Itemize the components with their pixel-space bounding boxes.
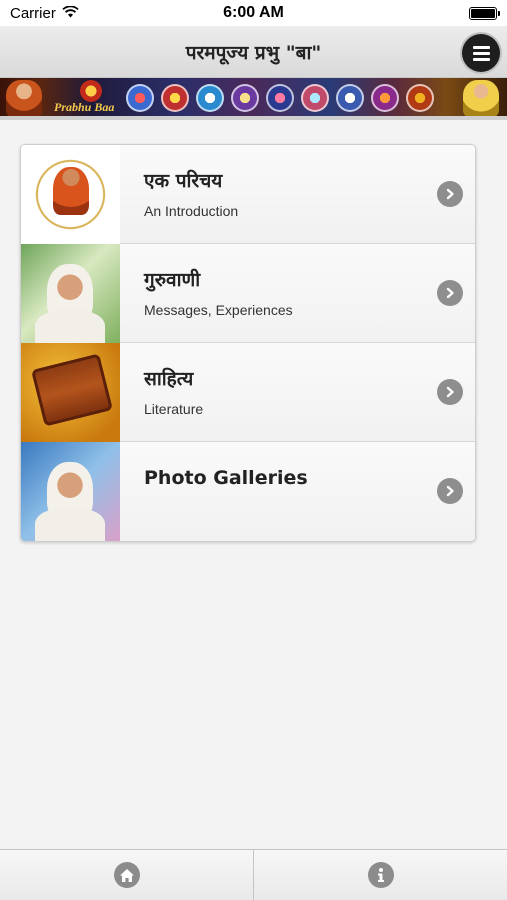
guru-portrait-thumbnail (21, 145, 120, 244)
list-item-literature[interactable]: साहित्य Literature (21, 343, 475, 442)
baa-portrait-icon (463, 80, 499, 116)
chakra-icon (371, 84, 399, 112)
chevron-right-icon[interactable] (437, 280, 463, 306)
status-bar: Carrier 6:00 AM (0, 0, 507, 26)
list-item-title: साहित्य (144, 368, 194, 390)
gallery-portrait-thumbnail (21, 442, 120, 541)
baa-portrait-thumbnail (21, 244, 120, 343)
list-item-subtitle: Messages, Experiences (144, 302, 293, 318)
list-item-introduction[interactable]: एक परिचय An Introduction (21, 145, 475, 244)
menu-list: एक परिचय An Introduction गुरुवाणी Messag… (20, 144, 476, 542)
chevron-right-icon[interactable] (437, 478, 463, 504)
list-item-subtitle: An Introduction (144, 203, 239, 219)
list-item-title: एक परिचय (144, 170, 223, 192)
chakra-icon (406, 84, 434, 112)
chevron-right-icon[interactable] (437, 379, 463, 405)
hamburger-menu-icon (472, 45, 490, 49)
chakra-row (126, 84, 434, 112)
bottom-tab-bar (0, 849, 507, 900)
hamburger-menu-button[interactable] (462, 34, 500, 72)
chakra-icon (336, 84, 364, 112)
literature-scroll-thumbnail (21, 343, 120, 442)
emblem-icon (80, 80, 102, 102)
tab-info[interactable] (253, 850, 507, 900)
banner-logo-text: Prabhu Baa (54, 100, 115, 114)
chakra-icon (231, 84, 259, 112)
chakra-icon (266, 84, 294, 112)
chakra-icon (196, 84, 224, 112)
list-item-photo-galleries[interactable]: Photo Galleries (21, 442, 475, 541)
home-icon (113, 862, 140, 888)
list-item-subtitle: Literature (144, 401, 204, 417)
header-banner: Prabhu Baa (0, 78, 507, 120)
carrier-label: Carrier (10, 4, 56, 22)
chakra-icon (161, 84, 189, 112)
tab-home[interactable] (0, 850, 253, 900)
guru-portrait-icon (6, 80, 42, 116)
list-item-title: Photo Galleries (144, 467, 308, 489)
wifi-icon (62, 5, 79, 22)
battery-icon (469, 6, 500, 20)
page-title: परमपूज्य प्रभु "बा" (185, 41, 322, 64)
chakra-icon (301, 84, 329, 112)
info-icon (367, 862, 394, 888)
chakra-icon (126, 84, 154, 112)
chevron-right-icon[interactable] (437, 181, 463, 207)
nav-header: परमपूज्य प्रभु "बा" (0, 26, 507, 78)
list-item-messages[interactable]: गुरुवाणी Messages, Experiences (21, 244, 475, 343)
list-item-title: गुरुवाणी (144, 269, 201, 291)
status-left: Carrier (10, 5, 79, 22)
